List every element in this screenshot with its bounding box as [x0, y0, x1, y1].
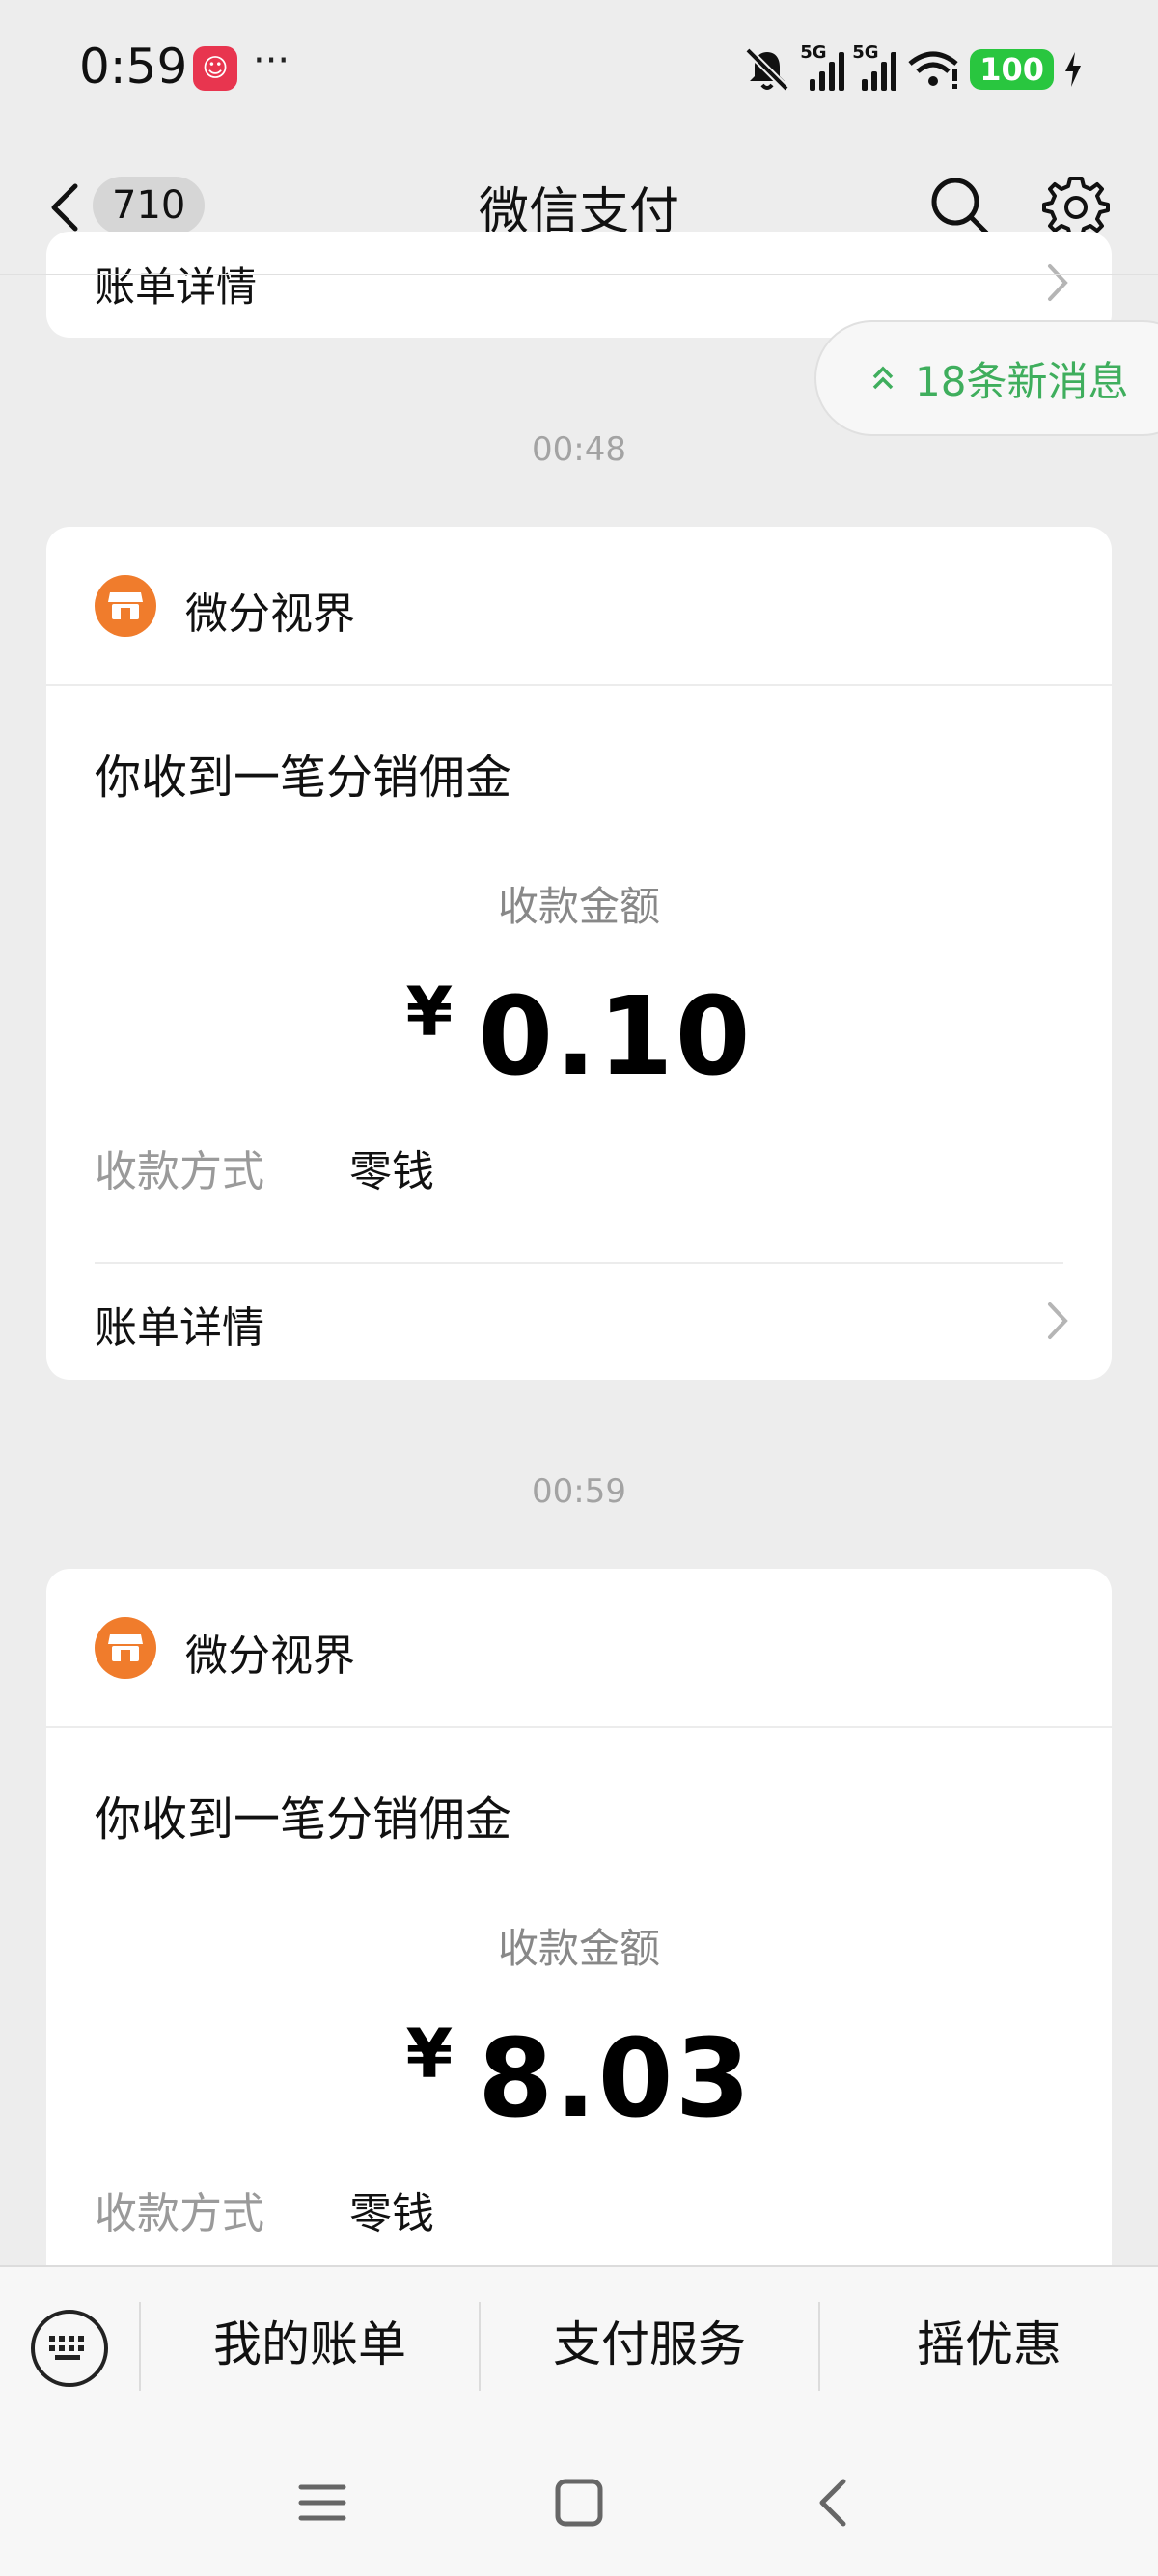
payment-message-card[interactable]: 微分视界 你收到一笔分销佣金 收款金额 ¥0.10 收款方式 零钱 账单详情: [46, 527, 1112, 1380]
title-bar-shadow: [0, 274, 1158, 275]
keyboard-toggle-button[interactable]: [31, 2310, 108, 2387]
system-nav-bar: [0, 2420, 1158, 2576]
wifi-icon: [908, 51, 958, 89]
amount-number: 0.10: [478, 974, 753, 1100]
amount-label: 收款金额: [497, 1925, 660, 1972]
more-notifications-icon: ···: [253, 39, 290, 83]
network-type-1: 5G: [800, 42, 827, 63]
mute-bell-icon: [745, 47, 790, 92]
menu-my-bills[interactable]: 我的账单: [141, 2267, 479, 2422]
menu-payment-services[interactable]: 支付服务: [481, 2267, 818, 2422]
payment-method-label: 收款方式: [95, 2189, 264, 2238]
payment-method-value: 零钱: [349, 1147, 434, 1196]
home-icon[interactable]: [550, 2474, 608, 2532]
card-header[interactable]: 微分视界: [46, 1569, 1112, 1728]
double-chevron-up-icon: [872, 366, 894, 390]
currency-symbol: ¥: [405, 973, 454, 1052]
back-nav-icon[interactable]: [807, 2474, 865, 2532]
divider: [95, 1262, 1063, 1264]
amount-label: 收款金额: [497, 883, 660, 930]
message-title: 你收到一笔分销佣金: [95, 1793, 512, 1847]
store-icon: [108, 1634, 143, 1661]
bill-detail-link[interactable]: 账单详情: [95, 1293, 264, 1355]
signal-icon-1: 5G: [800, 42, 845, 91]
settings-button[interactable]: [1042, 173, 1110, 240]
status-bar: 0:59 ☺ ··· 5G 5G 100: [0, 0, 1158, 140]
message-timestamp: 00:59: [532, 1472, 626, 1511]
payment-method-value: 零钱: [349, 2189, 434, 2238]
new-messages-label: 18条新消息: [915, 357, 1129, 405]
network-type-2: 5G: [852, 42, 879, 63]
status-icons: 5G 5G 100: [742, 42, 1083, 96]
merchant-name: 微分视界: [185, 589, 355, 639]
keyboard-icon: [49, 2336, 84, 2360]
signal-icon-2: 5G: [852, 42, 897, 91]
payment-message-card[interactable]: 微分视界 你收到一笔分销佣金 收款金额 ¥8.03 收款方式 零钱: [46, 1569, 1112, 2302]
card-header[interactable]: 微分视界: [46, 527, 1112, 686]
menu-icon[interactable]: [293, 2474, 351, 2532]
message-title: 你收到一笔分销佣金: [95, 751, 512, 805]
charging-icon: [1065, 52, 1081, 87]
payment-method-label: 收款方式: [95, 1147, 264, 1196]
merchant-logo: [95, 1617, 156, 1679]
search-button[interactable]: [926, 173, 994, 240]
currency-symbol: ¥: [405, 2014, 454, 2094]
message-timestamp: 00:48: [532, 430, 626, 469]
new-messages-button[interactable]: 18条新消息: [814, 320, 1158, 436]
search-icon: [931, 178, 989, 235]
store-icon: [108, 592, 143, 619]
battery-indicator: 100: [970, 49, 1054, 90]
menu-shake-deals[interactable]: 摇优惠: [820, 2267, 1158, 2422]
chevron-right-icon: [1048, 1302, 1068, 1339]
merchant-logo: [95, 575, 156, 637]
gear-icon: [1042, 177, 1110, 238]
amount-value: ¥0.10: [46, 973, 1112, 1100]
amount-value: ¥8.03: [46, 2014, 1112, 2142]
merchant-name: 微分视界: [185, 1631, 355, 1681]
status-time: 0:59: [79, 39, 188, 95]
amount-number: 8.03: [478, 2016, 753, 2142]
app-notification-icon: ☺: [193, 46, 237, 91]
bottom-menu: 我的账单 支付服务 摇优惠: [0, 2265, 1158, 2420]
chevron-right-icon: [1048, 264, 1068, 301]
bill-detail-label: 账单详情: [95, 263, 258, 311]
